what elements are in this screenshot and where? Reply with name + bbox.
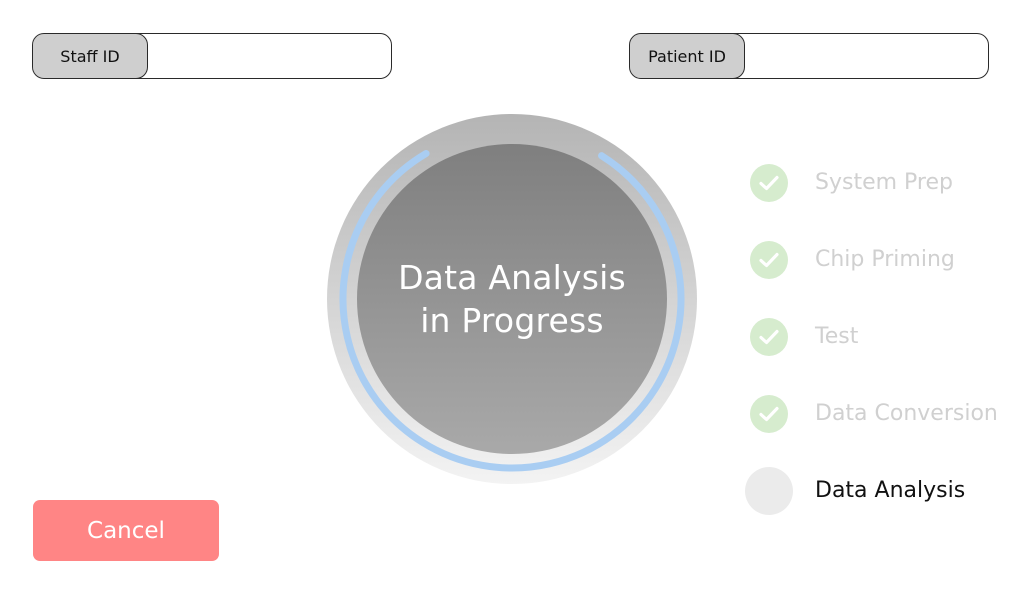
progress-title-line1: Data Analysis <box>398 258 626 297</box>
staff-id-label: Staff ID <box>33 34 148 78</box>
step-label: Data Conversion <box>815 401 998 426</box>
step-label: System Prep <box>815 170 953 195</box>
check-icon <box>750 318 788 356</box>
check-icon <box>750 395 788 433</box>
step-system-prep: System Prep <box>744 158 1019 235</box>
workflow-steps: System Prep Chip Priming Test Data Conve… <box>744 158 1019 543</box>
sequencing-run-screen: Staff ID Patient ID Data Analysis in Pro… <box>0 0 1024 600</box>
step-status <box>744 312 794 362</box>
cancel-button[interactable]: Cancel <box>33 500 219 561</box>
step-label: Test <box>815 324 859 349</box>
step-label: Data Analysis <box>815 478 966 503</box>
patient-id-label: Patient ID <box>630 34 745 78</box>
staff-id-field[interactable]: Staff ID <box>32 33 392 79</box>
progress-title-line2: in Progress <box>420 301 604 340</box>
step-status <box>744 466 794 516</box>
step-label: Chip Priming <box>815 247 955 272</box>
check-icon <box>750 164 788 202</box>
check-icon <box>750 241 788 279</box>
progress-indicator: Data Analysis in Progress <box>327 114 697 484</box>
step-status <box>744 235 794 285</box>
step-data-analysis: Data Analysis <box>744 466 1019 543</box>
step-test: Test <box>744 312 1019 389</box>
step-data-conversion: Data Conversion <box>744 389 1019 466</box>
patient-id-field[interactable]: Patient ID <box>629 33 989 79</box>
staff-id-input[interactable] <box>149 34 391 78</box>
patient-id-input[interactable] <box>746 34 988 78</box>
pending-circle-icon <box>745 467 793 515</box>
step-chip-priming: Chip Priming <box>744 235 1019 312</box>
step-status <box>744 389 794 439</box>
step-status <box>744 158 794 208</box>
progress-text: Data Analysis in Progress <box>358 145 666 453</box>
